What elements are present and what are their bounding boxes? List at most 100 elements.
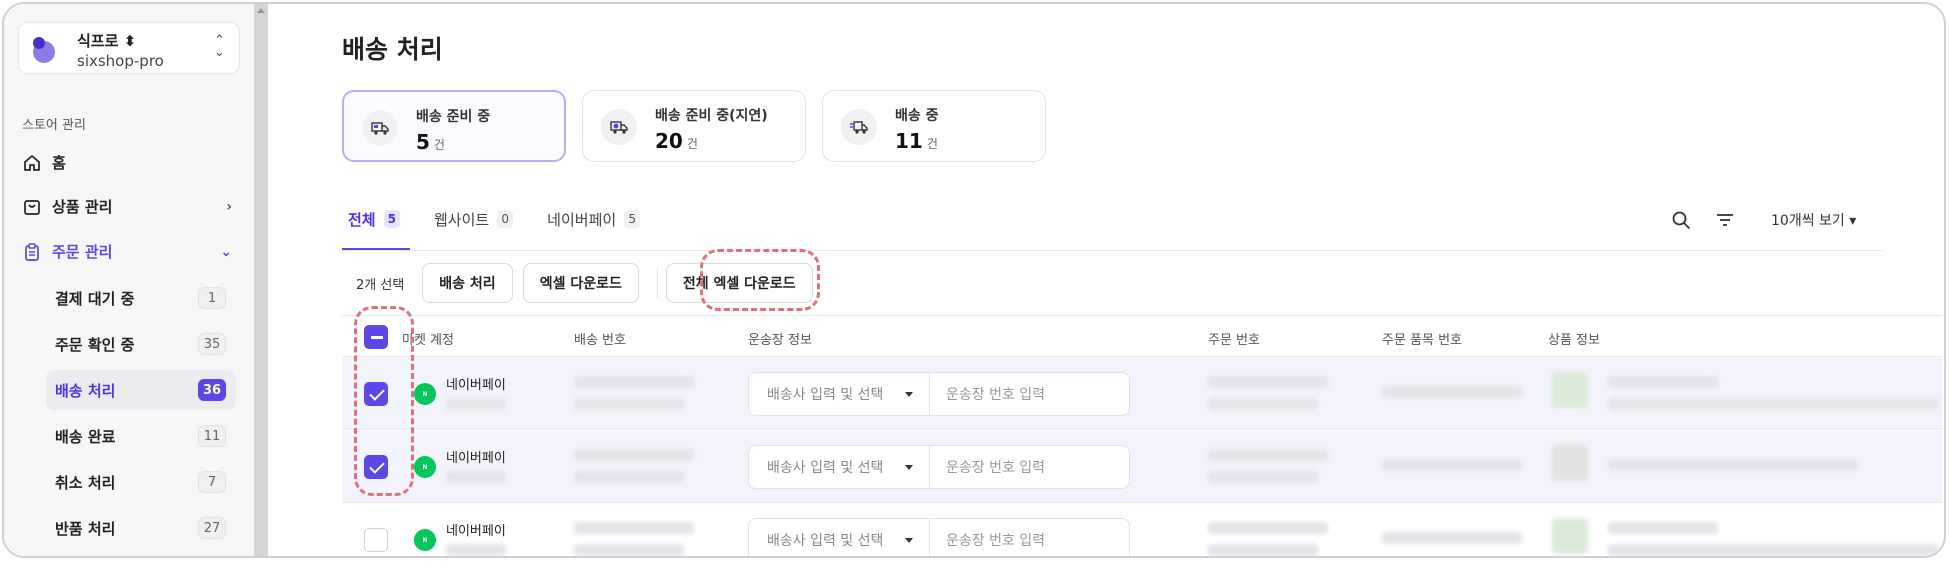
sidebar-subitem-return[interactable]: 반품 처리 27	[46, 508, 236, 548]
store-logo	[29, 33, 61, 65]
tab-count: 5	[383, 210, 400, 228]
column-header: 운송장 정보	[748, 333, 812, 348]
sidebar-subitem-shipping[interactable]: 배송 처리 36	[46, 370, 236, 410]
divider	[656, 268, 658, 298]
sidebar-subitem-payment-pending[interactable]: 결제 대기 중 1	[46, 278, 236, 318]
store-id: sixshop-pro	[77, 52, 164, 70]
card-label: 배송 준비 중	[416, 109, 491, 125]
store-name: 식프로 ⬍	[77, 32, 137, 50]
carrier-select[interactable]: 배송사 입력 및 선택	[748, 518, 930, 556]
sidebar-subitem-delivered[interactable]: 배송 완료 11	[46, 416, 236, 456]
redacted-text	[1208, 522, 1328, 534]
carrier-select[interactable]: 배송사 입력 및 선택	[748, 372, 930, 416]
chevron-right-icon: ›	[226, 198, 232, 215]
redacted-text	[574, 471, 684, 483]
table-row[interactable]: N 네이버페이 배송사 입력 및 선택 운송장 번호 입력	[342, 431, 1942, 503]
redacted-text	[446, 471, 506, 483]
dropdown-arrow-icon	[905, 538, 913, 543]
sidebar-subitem-order-confirm[interactable]: 주문 확인 중 35	[46, 324, 236, 364]
product-thumbnail	[1552, 372, 1588, 408]
product-thumbnail	[1552, 518, 1588, 554]
sidebar-subitem-label: 반품 처리	[55, 519, 116, 538]
card-label: 배송 중	[895, 108, 939, 124]
product-thumbnail	[1552, 445, 1588, 481]
summary-card-in-transit[interactable]: 배송 중 11 건	[822, 90, 1046, 162]
sidebar-subitem-label: 배송 완료	[55, 427, 116, 446]
table-row[interactable]: N 네이버페이 배송사 입력 및 선택 운송장 번호 입력	[342, 358, 1942, 430]
naverpay-logo: N	[414, 456, 436, 478]
sidebar-item-products[interactable]: 상품 관리 ›	[22, 196, 232, 217]
redacted-text	[574, 398, 684, 410]
summary-card-preparing[interactable]: 배송 준비 중 5건	[342, 90, 566, 162]
redacted-text	[1208, 398, 1318, 410]
column-header: 배송 번호	[574, 333, 626, 348]
scroll-up-icon[interactable]	[257, 8, 265, 13]
redacted-text	[1208, 544, 1318, 556]
count-badge: 35	[198, 333, 226, 355]
truck-icon	[362, 110, 398, 146]
tracking-number-input[interactable]: 운송장 번호 입력	[930, 518, 1130, 556]
row-checkbox[interactable]	[364, 382, 388, 406]
redacted-text	[574, 544, 684, 556]
card-value: 20 건	[655, 129, 698, 153]
dropdown-arrow-icon	[905, 465, 913, 470]
redacted-text	[1382, 532, 1522, 544]
ship-process-button[interactable]: 배송 처리	[422, 263, 513, 303]
market-account: 네이버페이	[446, 378, 506, 393]
tracking-number-input[interactable]: 운송장 번호 입력	[930, 445, 1130, 489]
naverpay-logo: N	[414, 383, 436, 405]
all-excel-download-button[interactable]: 전체 엑셀 다운로드	[665, 263, 813, 303]
sidebar-subitem-cancel[interactable]: 취소 처리 7	[46, 462, 236, 502]
tab-website[interactable]: 웹사이트 0	[428, 204, 519, 234]
selection-count: 2개 선택	[356, 277, 405, 293]
column-header: 주문 품목 번호	[1382, 333, 1463, 348]
sidebar-item-home[interactable]: 홈	[22, 152, 232, 173]
tab-naverpay[interactable]: 네이버페이 5	[541, 204, 646, 234]
store-switcher[interactable]: 식프로 ⬍ sixshop-pro ⌃ ⌄	[18, 22, 240, 74]
sidebar-item-label: 상품 관리	[52, 198, 113, 216]
main-content: 배송 처리 배송 준비 중 5건 배송 준비 중(지연) 20 건 배송 중 11…	[268, 4, 1944, 556]
redacted-text	[1608, 459, 1858, 471]
summary-card-delayed[interactable]: 배송 준비 중(지연) 20 건	[582, 90, 806, 162]
chevron-down-icon: ⌄	[220, 243, 232, 260]
select-all-checkbox[interactable]	[364, 325, 388, 349]
market-account: 네이버페이	[446, 524, 506, 539]
tab-count: 0	[497, 210, 514, 228]
shopping-bag-icon	[24, 199, 40, 215]
row-checkbox[interactable]	[364, 455, 388, 479]
count-badge: 11	[198, 425, 226, 447]
redacted-text	[1382, 459, 1522, 471]
row-checkbox[interactable]	[364, 528, 388, 552]
home-icon	[24, 154, 40, 171]
redacted-text	[574, 449, 694, 461]
count-badge: 1	[198, 287, 226, 309]
sidebar-item-orders[interactable]: 주문 관리 ⌄	[22, 241, 232, 262]
per-page-select[interactable]: 10개씩 보기 ▾	[1771, 210, 1856, 230]
sidebar-subitem-label: 취소 처리	[55, 473, 116, 492]
excel-download-button[interactable]: 엑셀 다운로드	[522, 263, 639, 303]
truck-delay-icon	[601, 109, 637, 145]
search-icon[interactable]	[1671, 210, 1691, 230]
chevron-updown-icon[interactable]: ⌃ ⌄	[214, 34, 225, 59]
filter-icon[interactable]	[1715, 210, 1735, 230]
page-title: 배송 처리	[342, 35, 443, 64]
table-row[interactable]: N 네이버페이 배송사 입력 및 선택 운송장 번호 입력	[342, 504, 1942, 556]
card-label: 배송 준비 중(지연)	[655, 108, 768, 124]
section-title: 스토어 관리	[22, 118, 86, 133]
card-value: 11 건	[895, 129, 938, 153]
tab-all[interactable]: 전체 5	[342, 204, 406, 234]
market-account: 네이버페이	[446, 451, 506, 466]
redacted-text	[1608, 522, 1718, 534]
carrier-select[interactable]: 배송사 입력 및 선택	[748, 445, 930, 489]
sidebar-subitem-label: 주문 확인 중	[55, 335, 135, 354]
tracking-number-input[interactable]: 운송장 번호 입력	[930, 372, 1130, 416]
count-badge: 7	[198, 471, 226, 493]
redacted-text	[1382, 386, 1522, 398]
sidebar-scrollbar[interactable]	[254, 4, 268, 556]
app-window: 식프로 ⬍ sixshop-pro ⌃ ⌄ 스토어 관리 홈 상품 관리 › 주문…	[2, 2, 1946, 558]
card-value: 5건	[416, 130, 445, 154]
sidebar-item-label: 주문 관리	[52, 243, 113, 261]
sidebar-subitem-label: 결제 대기 중	[55, 289, 135, 308]
table-header: 마켓 계정 배송 번호 운송장 정보 주문 번호 주문 품목 번호 상품 정보	[342, 315, 1942, 357]
column-header: 주문 번호	[1208, 333, 1260, 348]
